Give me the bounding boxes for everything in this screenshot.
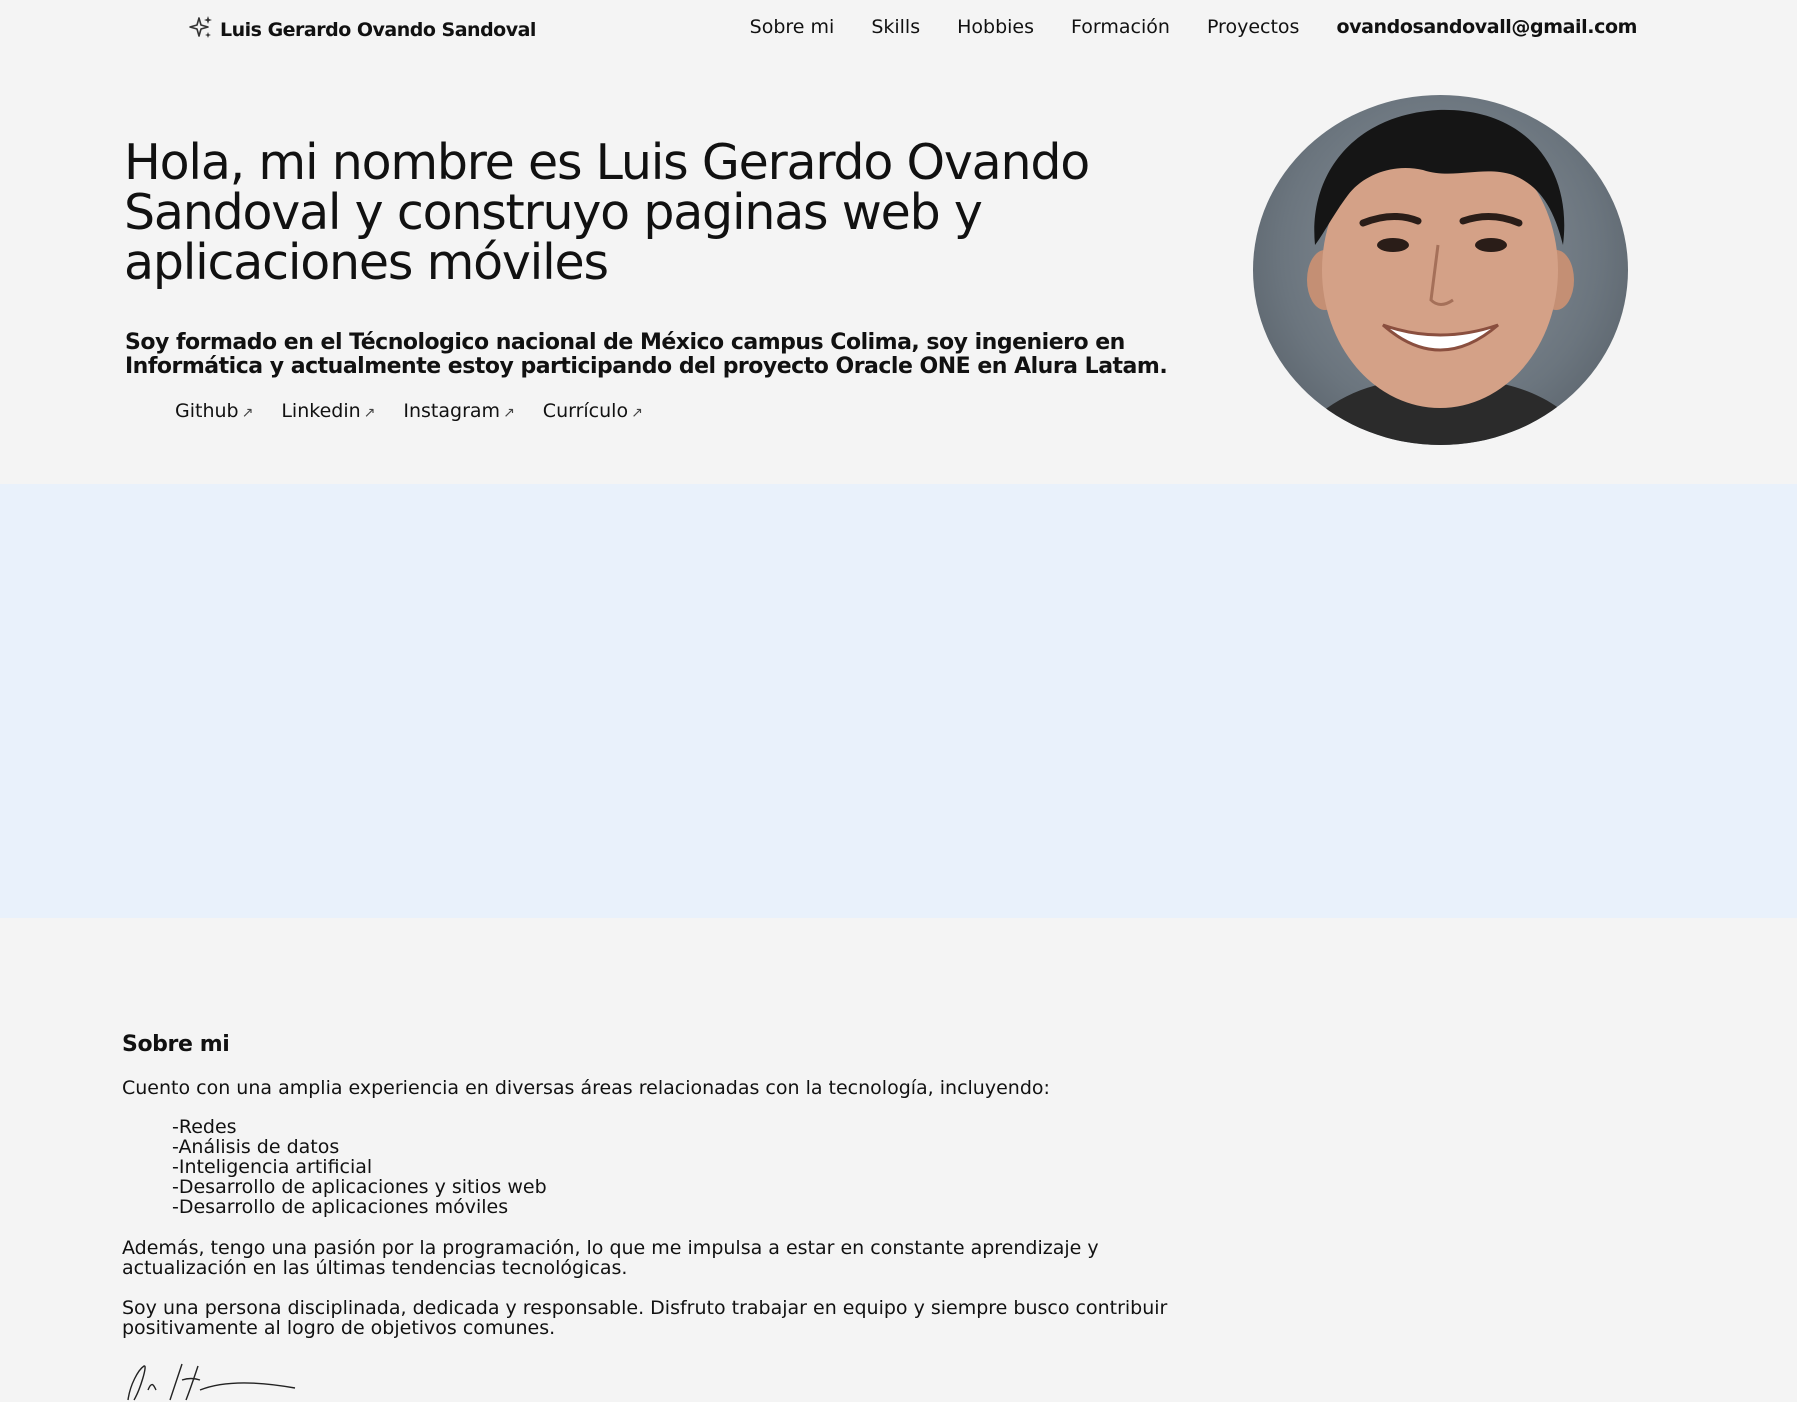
brand[interactable]: Luis Gerardo Ovando Sandoval: [188, 15, 536, 45]
arrow-up-right-icon: ↗: [363, 405, 376, 421]
linkedin-link[interactable]: Linkedin ↗: [281, 400, 375, 422]
list-item: -Redes: [172, 1116, 237, 1138]
instagram-link-label: Instagram: [403, 400, 501, 422]
nav-link-proyectos[interactable]: Proyectos: [1207, 16, 1300, 38]
curriculo-link-label: Currículo: [542, 400, 629, 422]
about-title: Sobre mi: [122, 1032, 230, 1057]
list-item: -Desarrollo de aplicaciones móviles: [172, 1196, 509, 1218]
arrow-up-right-icon: ↗: [241, 405, 254, 421]
list-item: -Análisis de datos: [172, 1136, 340, 1158]
github-link-label: Github: [175, 400, 239, 422]
sparkle-icon: [188, 15, 214, 45]
about-paragraph-3: Soy una persona disciplinada, dedicada y…: [122, 1297, 1168, 1339]
about-paragraph-2: Además, tengo una pasión por la programa…: [122, 1237, 1099, 1279]
about-section: Sobre mi Cuento con una amplia experienc…: [0, 484, 1797, 1401]
curriculo-link[interactable]: Currículo ↗: [543, 400, 643, 422]
hero-subtitle: Soy formado en el Técnologico nacional d…: [125, 330, 1168, 379]
github-link[interactable]: Github ↗: [175, 400, 253, 422]
nav-link-skills[interactable]: Skills: [871, 16, 920, 38]
instagram-link[interactable]: Instagram ↗: [403, 400, 514, 422]
nav-email-link[interactable]: ovandosandovall@gmail.com: [1336, 16, 1637, 38]
nav-link-formacion[interactable]: Formación: [1071, 16, 1170, 38]
about-intro: Cuento con una amplia experiencia en div…: [122, 1077, 1050, 1099]
arrow-up-right-icon: ↗: [631, 405, 643, 421]
nav-link-sobre-mi[interactable]: Sobre mi: [750, 16, 835, 38]
hero-title: Hola, mi nombre es Luis Gerardo Ovando S…: [124, 134, 1090, 291]
nav-link-hobbies[interactable]: Hobbies: [957, 16, 1034, 38]
profile-photo: [1253, 95, 1628, 445]
social-links: Github ↗ Linkedin ↗ Instagram ↗ Currículo ↗: [175, 400, 643, 422]
linkedin-link-label: Linkedin: [281, 400, 361, 422]
skills-list: -Redes -Análisis de datos -Inteligencia …: [172, 1117, 547, 1217]
signature-image: [127, 1363, 296, 1401]
list-item: -Desarrollo de aplicaciones y sitios web: [172, 1176, 547, 1198]
list-item: -Inteligencia artificial: [172, 1156, 373, 1178]
arrow-up-right-icon: ↗: [503, 405, 515, 421]
nav-links: Sobre mi Skills Hobbies Formación Proyec…: [750, 16, 1638, 38]
hero-section: Luis Gerardo Ovando Sandoval Sobre mi Sk…: [0, 0, 1797, 484]
brand-name: Luis Gerardo Ovando Sandoval: [220, 19, 536, 41]
top-navbar: Luis Gerardo Ovando Sandoval Sobre mi Sk…: [0, 0, 1797, 56]
